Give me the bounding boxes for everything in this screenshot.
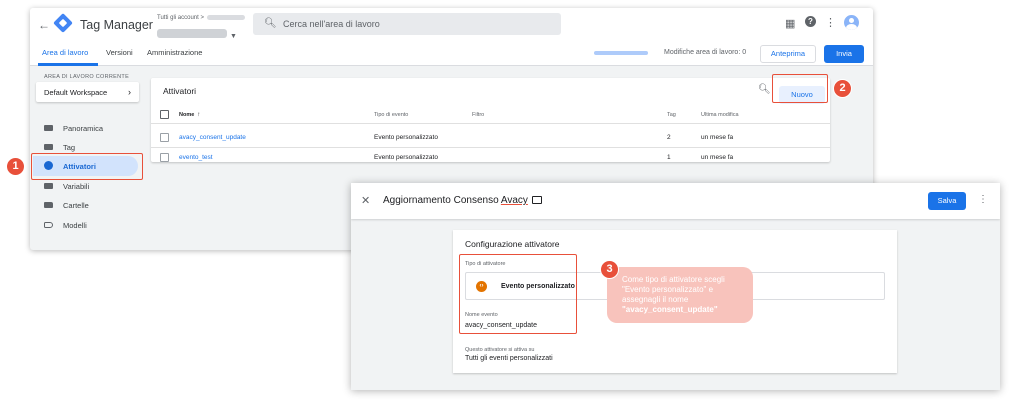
panel-title: Attivatori: [163, 86, 197, 96]
apps-grid-icon[interactable]: ▦: [785, 17, 795, 30]
dialog-title[interactable]: Aggiornamento Consenso Avacy: [383, 195, 528, 206]
top-bar: ← Tag Manager Tutti gli account > ▼ 🔍︎ C…: [30, 8, 873, 42]
column-header-last-modified[interactable]: Ultima modifica: [701, 112, 739, 118]
trigger-last-modified: un mese fa: [701, 134, 734, 141]
column-header-event-type[interactable]: Tipo di evento: [374, 112, 408, 118]
submit-button[interactable]: Invia: [824, 45, 864, 63]
table-header: Nome ↑ Tipo di evento Filtro Tag Ultima m…: [151, 106, 830, 124]
sidebar-item-templates[interactable]: Modelli: [30, 215, 140, 235]
search-placeholder: Cerca nell'area di lavoro: [283, 19, 380, 29]
workspace-selector-label: Default Workspace: [44, 88, 108, 97]
trigger-event-type: Evento personalizzato: [374, 154, 438, 161]
step-marker-1: 1: [6, 157, 25, 176]
fires-on-label: Questo attivatore si attiva su: [465, 347, 535, 353]
dialog-header: ✕ Aggiornamento Consenso Avacy Salva ⋮: [351, 183, 1000, 219]
callout-text: Come tipo di attivatore scegli "Evento p…: [622, 275, 750, 315]
trigger-name-link[interactable]: evento_test: [179, 154, 213, 161]
container-name-blurred: [157, 29, 227, 39]
back-arrow-icon[interactable]: ←: [38, 18, 50, 32]
callout-highlight: "avacy_consent_update": [622, 305, 718, 314]
tab-workspace[interactable]: Area di lavoro: [42, 48, 88, 57]
dialog-title-prefix: Aggiornamento Consenso: [383, 195, 501, 206]
column-header-name-label: Nome: [179, 112, 195, 118]
template-icon: [44, 222, 53, 228]
active-tab-indicator: [38, 63, 98, 66]
close-icon[interactable]: ✕: [361, 194, 370, 207]
trigger-event-type: Evento personalizzato: [374, 134, 438, 141]
row-checkbox[interactable]: [160, 153, 169, 162]
workspace-search[interactable]: 🔍︎ Cerca nell'area di lavoro: [253, 13, 561, 35]
account-breadcrumb[interactable]: Tutti gli account >: [157, 15, 245, 21]
tag-manager-logo-icon: [53, 13, 73, 33]
current-workspace-header: AREA DI LAVORO CORRENTE: [44, 74, 130, 80]
step-marker-3: 3: [600, 260, 619, 279]
highlight-box-new: [772, 74, 828, 103]
table-row[interactable]: evento_test Evento personalizzato 1 un m…: [151, 148, 830, 168]
help-icon[interactable]: ?: [805, 16, 816, 27]
folder-icon[interactable]: [532, 196, 542, 204]
instruction-callout: Come tipo di attivatore scegli "Evento p…: [607, 267, 753, 323]
trigger-tag-count: 1: [667, 154, 671, 161]
table-row[interactable]: avacy_consent_update Evento personalizza…: [151, 128, 830, 148]
trigger-last-modified: un mese fa: [701, 154, 734, 161]
app-title: Tag Manager: [80, 18, 153, 32]
overview-icon: [44, 125, 53, 131]
triggers-panel: Attivatori 🔍︎ Nuovo Nome ↑ Tipo di evento…: [151, 78, 830, 162]
sidebar-item-label: Panoramica: [63, 124, 104, 133]
fires-on-value: Tutti gli eventi personalizzati: [465, 355, 553, 362]
sidebar-item-label: Variabili: [63, 182, 90, 191]
variables-icon: [44, 183, 53, 189]
sidebar-item-overview[interactable]: Panoramica: [30, 118, 140, 138]
account-name-blurred: [206, 15, 245, 20]
highlight-box-config: [459, 254, 577, 334]
step-marker-2: 2: [833, 79, 852, 98]
sidebar-item-label: Cartelle: [63, 201, 89, 210]
callout-body: Come tipo di attivatore scegli "Evento p…: [622, 275, 725, 304]
preview-button[interactable]: Anteprima: [760, 45, 816, 63]
config-title: Configurazione attivatore: [465, 239, 560, 249]
column-header-tags[interactable]: Tag: [667, 112, 676, 118]
trigger-name-link[interactable]: avacy_consent_update: [179, 134, 246, 141]
dialog-title-suffix: Avacy: [500, 195, 528, 206]
more-vert-icon[interactable]: ⋮: [978, 194, 988, 205]
folder-icon: [44, 202, 53, 208]
column-header-name[interactable]: Nome ↑: [179, 112, 200, 118]
workspace-changes: Modifiche area di lavoro: 0: [664, 49, 747, 56]
sidebar-item-folders[interactable]: Cartelle: [30, 195, 140, 215]
tab-admin[interactable]: Amministrazione: [147, 48, 202, 57]
caret-down-icon: ▼: [230, 33, 237, 40]
tab-versions[interactable]: Versioni: [106, 48, 133, 57]
workspace-selector[interactable]: Default Workspace ›: [36, 82, 139, 102]
workspace-nav: Area di lavoro Versioni Amministrazione …: [30, 42, 873, 66]
tag-icon: [44, 144, 53, 150]
avatar[interactable]: [844, 15, 859, 30]
row-checkbox[interactable]: [160, 133, 169, 142]
select-all-checkbox[interactable]: [160, 110, 169, 119]
container-selector[interactable]: ▼: [157, 25, 237, 43]
search-icon: 🔍︎: [264, 18, 277, 29]
sidebar-item-label: Modelli: [63, 221, 87, 230]
sidebar-item-label: Tag: [63, 143, 76, 152]
search-icon[interactable]: 🔍︎: [758, 84, 771, 95]
account-breadcrumb-label: Tutti gli account >: [157, 15, 204, 22]
more-vert-icon[interactable]: ⋮: [825, 16, 836, 29]
save-button[interactable]: Salva: [928, 192, 966, 210]
column-header-filter[interactable]: Filtro: [472, 112, 484, 118]
highlight-box-triggers: [31, 153, 143, 180]
chevron-right-icon: ›: [128, 87, 131, 97]
workspace-id-blurred: [594, 51, 648, 55]
trigger-tag-count: 2: [667, 134, 671, 141]
sort-arrow-icon: ↑: [197, 112, 201, 118]
